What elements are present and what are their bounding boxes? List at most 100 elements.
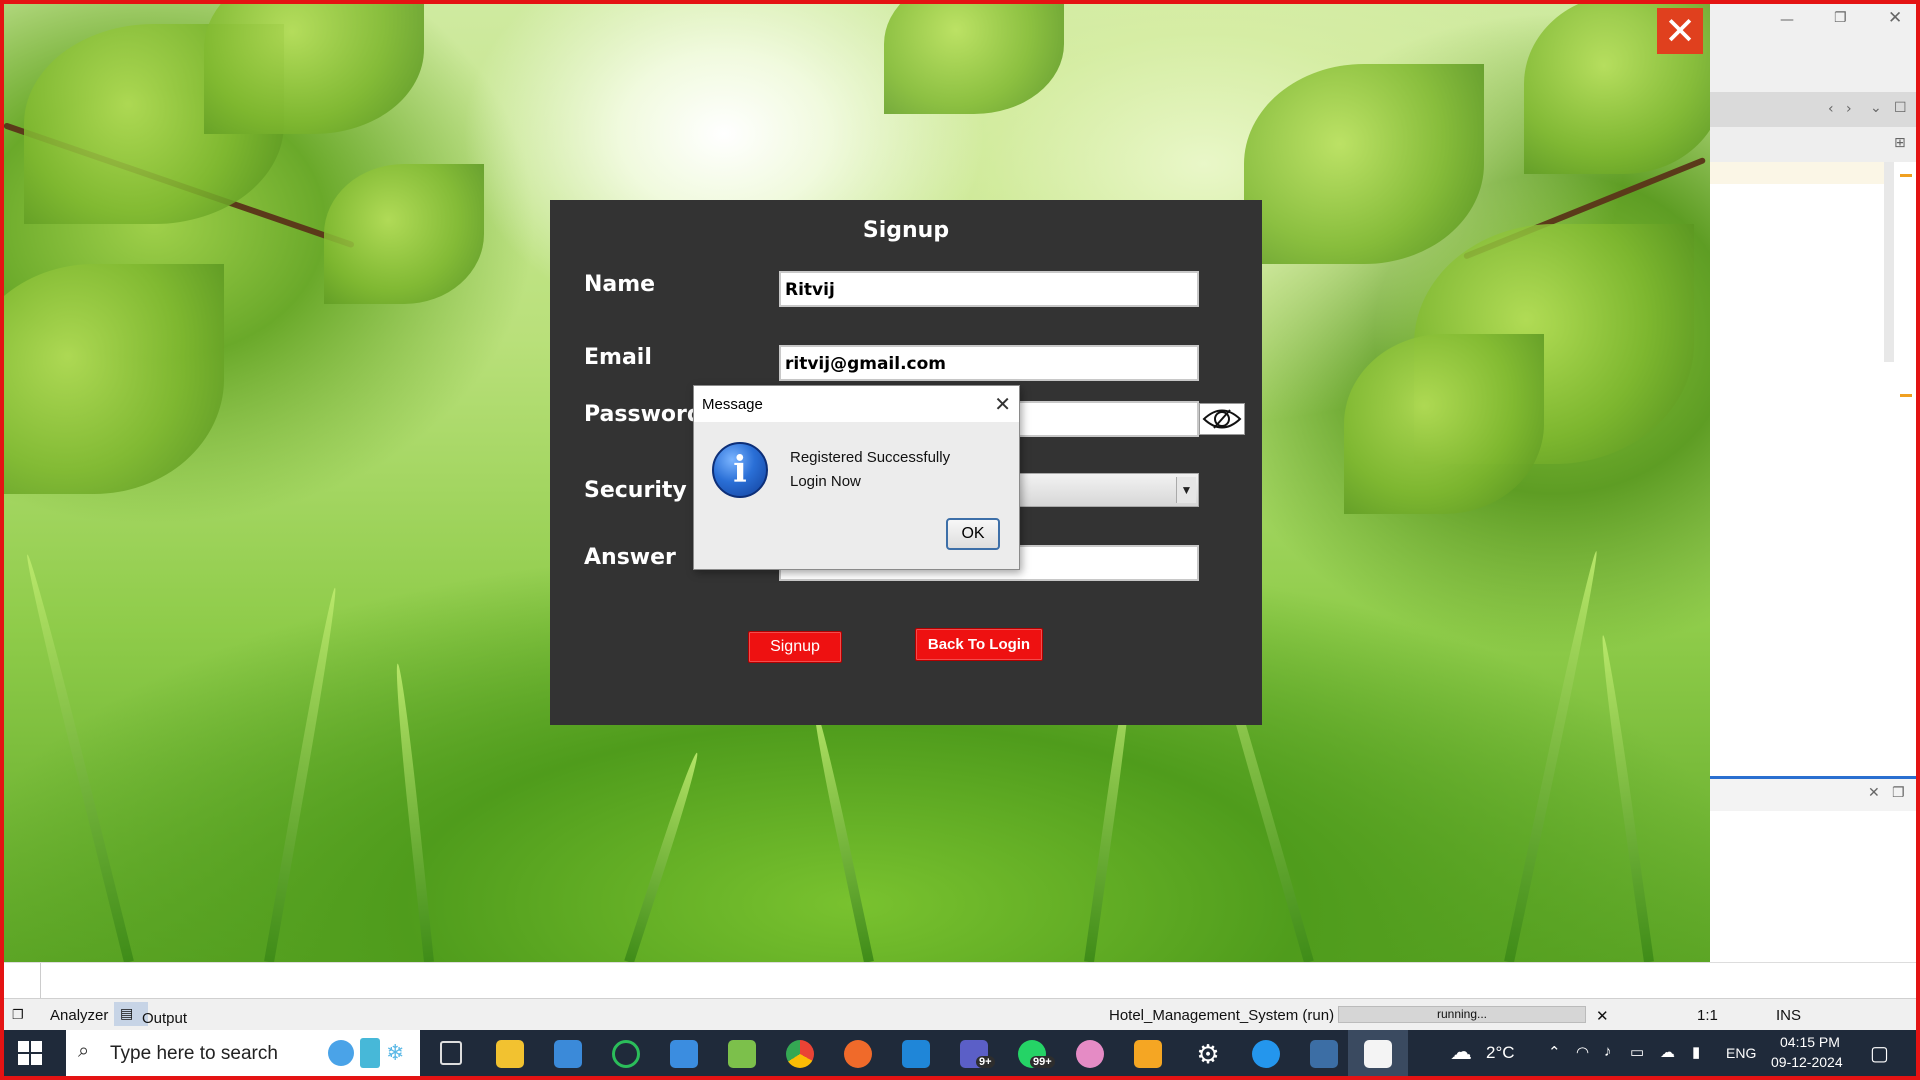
mysql-workbench-icon[interactable] [1310, 1040, 1338, 1068]
grass-decoration [392, 663, 434, 962]
windows-taskbar: ⌕ Type here to search ❄ 9+ 99+ ⚙ ☁ 2°C ⌃… [4, 1030, 1916, 1076]
chevron-down-icon[interactable]: ⌄ [1870, 100, 1882, 116]
show-password-toggle[interactable] [1199, 403, 1245, 435]
ok-button[interactable]: OK [946, 518, 1000, 550]
file-explorer-icon[interactable] [496, 1040, 524, 1068]
caret-position: 1:1 [1697, 1007, 1718, 1024]
snowflake-icon: ❄ [386, 1040, 405, 1065]
window-close-icon[interactable]: ✕ [1888, 8, 1902, 28]
error-stripe-mark [1900, 394, 1912, 397]
scroll-left-icon[interactable]: ‹ [1828, 101, 1834, 117]
dropdown-arrow-icon[interactable]: ▼ [1176, 477, 1196, 503]
weather-temp[interactable]: 2°C [1486, 1043, 1515, 1063]
current-line-highlight [1710, 162, 1888, 184]
search-icon: ⌕ [78, 1040, 90, 1062]
language-indicator[interactable]: ENG [1726, 1045, 1756, 1061]
grass-decoration [1504, 550, 1602, 962]
dialog-close-button[interactable]: ✕ [994, 392, 1011, 416]
cancel-process-icon[interactable]: ✕ [1596, 1007, 1609, 1025]
back-to-login-button[interactable]: Back To Login [915, 628, 1043, 661]
leaf-decoration [884, 4, 1064, 114]
clock-date[interactable]: 09-12-2024 [1771, 1054, 1843, 1070]
dialog-title: Message [702, 396, 763, 413]
ide-status-bar: ❐ Analyzer ▤ Output Hotel_Management_Sys… [4, 998, 1916, 1030]
panel-close-icon[interactable]: ✕ [1868, 785, 1880, 801]
task-view-icon[interactable] [440, 1041, 462, 1065]
taskbar-search-box[interactable]: ⌕ Type here to search ❄ [66, 1030, 420, 1076]
answer-label: Answer [584, 545, 676, 570]
search-highlight-icon [328, 1040, 354, 1066]
paint-icon[interactable] [1076, 1040, 1104, 1068]
ide-output-header [1710, 779, 1916, 811]
battery-icon[interactable]: ▭ [1630, 1043, 1644, 1061]
grass-decoration [22, 553, 134, 962]
tray-chevron-up-icon[interactable]: ⌃ [1548, 1043, 1561, 1061]
info-icon: i [712, 442, 768, 498]
ide-editor-toolbar [1710, 127, 1916, 162]
notification-icon[interactable]: ▢ [1870, 1041, 1889, 1066]
dialog-message-line2: Login Now [790, 473, 861, 490]
vscode-icon[interactable] [902, 1040, 930, 1068]
docker-icon[interactable] [1252, 1040, 1280, 1068]
email-field[interactable]: ritvij@gmail.com [779, 345, 1199, 381]
eye-slash-icon [1202, 409, 1242, 429]
notepad-plus-icon[interactable] [728, 1040, 756, 1068]
message-dialog: Message ✕ i Registered Successfully Logi… [693, 385, 1020, 570]
volume-icon[interactable]: ♪ [1604, 1043, 1612, 1060]
network-icon[interactable]: ◠ [1576, 1043, 1589, 1061]
clock-time[interactable]: 04:15 PM [1780, 1034, 1840, 1050]
ide-toolbar [1710, 4, 1916, 92]
output-gutter [40, 963, 41, 999]
panel-restore-icon[interactable]: ❐ [1892, 785, 1905, 801]
leaf-decoration [324, 164, 484, 304]
leaf-decoration [204, 4, 424, 134]
insert-mode: INS [1776, 1007, 1802, 1024]
scroll-right-icon[interactable]: › [1846, 101, 1852, 117]
ide-tab-strip [1710, 92, 1916, 127]
java-app-taskbar-item[interactable] [1348, 1030, 1408, 1076]
start-button[interactable] [18, 1041, 42, 1065]
settings-gear-icon[interactable]: ⚙ [1194, 1040, 1222, 1068]
microphone-icon[interactable]: ▮ [1692, 1043, 1700, 1061]
signup-button[interactable]: Signup [748, 631, 842, 663]
error-stripe-mark [1900, 174, 1912, 177]
running-process-label: Hotel_Management_System (run) [1109, 1007, 1335, 1024]
progress-bar: running... [1338, 1006, 1586, 1023]
whatsapp-badge: 99+ [1030, 1056, 1055, 1068]
box-app-icon[interactable] [1134, 1040, 1162, 1068]
grass-decoration [624, 751, 702, 962]
windows-logo-icon [18, 1041, 29, 1052]
grass-decoration [1598, 634, 1654, 962]
java-icon [1364, 1040, 1392, 1068]
status-restore-icon[interactable]: ❐ [12, 1007, 24, 1023]
output-tab-label: Output [142, 1010, 188, 1027]
mail-icon[interactable] [554, 1040, 582, 1068]
email-label: Email [584, 345, 652, 370]
grass-decoration [810, 706, 874, 962]
minimize-icon[interactable]: — [1780, 12, 1794, 28]
search-placeholder: Type here to search [110, 1043, 278, 1064]
output-tab[interactable]: ▤ Output [114, 1002, 187, 1027]
chrome-icon[interactable] [786, 1040, 814, 1068]
editor-scrollbar[interactable] [1884, 162, 1894, 362]
restore-icon[interactable]: ❐ [1834, 10, 1847, 26]
grass-decoration [264, 586, 340, 962]
weather-cloud-icon[interactable]: ☁ [1450, 1039, 1472, 1065]
edge-browser-icon[interactable] [670, 1040, 698, 1068]
onedrive-icon[interactable]: ☁ [1660, 1043, 1675, 1061]
dialog-titlebar: Message ✕ [694, 386, 1019, 422]
postman-icon[interactable] [844, 1040, 872, 1068]
split-view-icon[interactable]: ⊞ [1894, 135, 1906, 151]
bottle-icon [360, 1038, 380, 1068]
refresh-app-icon[interactable] [612, 1040, 640, 1068]
maximize-icon[interactable]: ☐ [1894, 100, 1907, 116]
analyzer-tab[interactable]: Analyzer [50, 1007, 108, 1024]
close-icon: ✕ [1664, 9, 1696, 53]
leaf-decoration [1344, 334, 1544, 514]
app-close-button[interactable]: ✕ [1657, 8, 1703, 54]
teams-badge: 9+ [976, 1056, 995, 1068]
name-field[interactable]: Ritvij [779, 271, 1199, 307]
password-label: Password [584, 402, 703, 427]
signup-title: Signup [862, 218, 950, 243]
leaf-decoration [4, 264, 224, 494]
